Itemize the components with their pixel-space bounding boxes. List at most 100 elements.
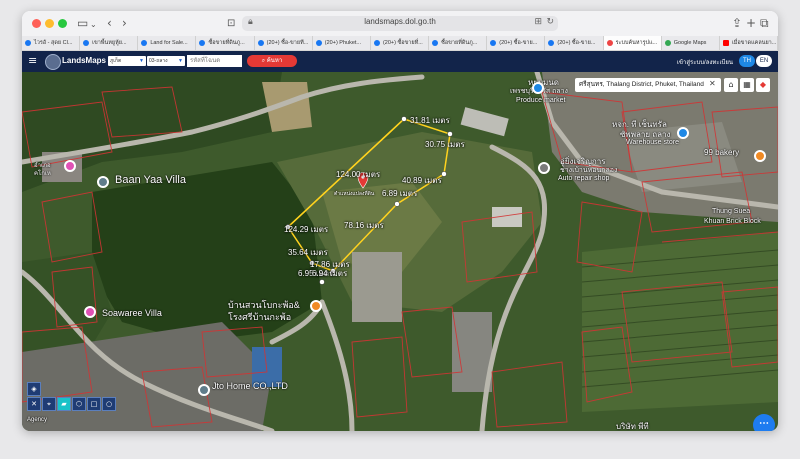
chevron-down-icon[interactable]: ⌄: [90, 18, 97, 32]
produce-market-icon[interactable]: [532, 82, 544, 94]
measurement-label-5: 6.89 เมตร: [382, 189, 418, 198]
tab-label: เขาพื้นหยูหู้ย...: [92, 40, 127, 46]
tab-label: ไวรอั - สุดย Cl...: [34, 40, 73, 46]
tab-3[interactable]: ซื้อขายที่ดินภู...: [196, 36, 255, 50]
measurement-label-1: 31.81 เมตร: [410, 116, 450, 125]
tab-6[interactable]: (20+) ซื้อขายที่...: [371, 36, 430, 50]
lang-th-button[interactable]: TH: [739, 55, 755, 67]
map-location-search[interactable]: ศรีสุนทร, Thalang District, Phuket, Thai…: [575, 78, 721, 92]
parcel-position-label: ตำแหน่งแปลงที่ดิน: [334, 191, 375, 197]
back-icon[interactable]: ‹: [107, 16, 112, 30]
tab-1[interactable]: เขาพื้นหยูหู้ย...: [80, 36, 139, 50]
tab-label: ระบบค้นหารูปแ...: [615, 40, 658, 46]
chevron-down-icon: ▼: [178, 58, 183, 64]
url-text: landsmaps.dol.go.th: [364, 17, 436, 26]
facebook-icon: [257, 40, 264, 46]
ruler-icon[interactable]: ▰: [57, 397, 71, 411]
facebook-icon: [199, 40, 206, 46]
chevron-down-icon: ▼: [139, 58, 144, 64]
facebook-icon: [315, 40, 322, 46]
tab-5[interactable]: (20+) Phuket...: [313, 36, 371, 50]
small-left-icon[interactable]: [64, 160, 76, 172]
baan-yaa-villa-label: Baan Yaa Villa: [115, 174, 186, 186]
agency-label: Agency: [27, 417, 48, 423]
layers-icon[interactable]: ◆: [756, 78, 770, 92]
facebook-icon: [548, 40, 555, 46]
auto-repair-icon[interactable]: [538, 162, 550, 174]
district-value: 03-ถลาง: [149, 58, 168, 64]
reload-icon[interactable]: ↻: [546, 17, 554, 27]
drawing-toolbar: ✕ ⌖ ▰ ⬡ □ ○: [27, 397, 117, 411]
province-value: ภูเก็ต: [110, 58, 122, 64]
search-button[interactable]: ⌕ ค้นหา: [247, 55, 297, 67]
app-title: LandsMaps: [62, 56, 107, 65]
tab-label: Google Maps: [673, 40, 707, 46]
tab-4[interactable]: (20+) ซื้อ-ขายที...: [255, 36, 313, 50]
rectangle-icon[interactable]: □: [87, 397, 101, 411]
tab-2[interactable]: Land for Sale...: [138, 36, 197, 50]
soawaree-villa-icon[interactable]: [84, 306, 96, 318]
tab-bar: ไวรอั - สุดย Cl... เขาพื้นหยูหู้ย... Lan…: [22, 36, 778, 51]
address-bar[interactable]: 🔒︎ landsmaps.dol.go.th ⊞ ↻: [242, 16, 558, 31]
browser-titlebar: ▭ ⌄ ‹ › ⊡ 🔒︎ landsmaps.dol.go.th ⊞ ↻ ⇪ +…: [22, 11, 778, 37]
tab-label: ซื้อขายที่ดินภู...: [208, 40, 245, 46]
measurement-label-4: 40.89 เมตร: [402, 176, 442, 185]
circle-icon[interactable]: ○: [102, 397, 116, 411]
warehouse-label-en: Warehouse store: [626, 139, 680, 146]
translate-icon[interactable]: ⊞: [534, 17, 542, 27]
privacy-report-icon[interactable]: ⊡: [227, 17, 235, 31]
brick-label-2: Khuan Brick Block: [704, 218, 761, 225]
grid-icon[interactable]: ▦: [740, 78, 754, 92]
forward-icon[interactable]: ›: [122, 16, 127, 30]
measure-icon[interactable]: ✕: [27, 397, 41, 411]
tab-10-active[interactable]: ระบบค้นหารูปแ...: [603, 36, 662, 50]
measurement-label-7: 124.29 เมตร: [284, 225, 329, 234]
tab-label: (20+) ซื้อขายที่...: [382, 40, 423, 46]
zoom-window-button[interactable]: [58, 19, 67, 28]
warehouse-icon[interactable]: [677, 127, 689, 139]
sidebar-icon[interactable]: ▭: [77, 16, 88, 30]
new-tab-icon[interactable]: +: [746, 16, 756, 30]
kindergarten-icon[interactable]: [310, 300, 322, 312]
parcel-search-input[interactable]: [187, 55, 242, 67]
close-icon[interactable]: ✕: [709, 79, 716, 88]
satellite-map[interactable]: หยบมนด เพรชบุรีกาวัส ถลาง Produce market…: [22, 72, 778, 431]
tab-12[interactable]: เมื่อขาดแคลนยา...: [720, 36, 778, 50]
baan-yaa-villa-icon[interactable]: [97, 176, 109, 188]
tab-0[interactable]: ไวรอั - สุดย Cl...: [22, 36, 81, 50]
province-select[interactable]: ภูเก็ต ▼: [108, 56, 146, 66]
jto-home-label: Jto Home CO.,LTD: [212, 381, 288, 391]
tab-label: เมื่อขาดแคลนยา...: [731, 40, 777, 46]
facebook-icon: [25, 40, 31, 46]
lang-en-button[interactable]: EN: [756, 55, 772, 67]
hamburger-menu-icon[interactable]: ≡: [28, 54, 37, 67]
polygon-icon[interactable]: ⬡: [72, 397, 86, 411]
facebook-icon: [141, 40, 148, 46]
app-header: ≡ LandsMaps ภูเก็ต ▼ 03-ถลาง ▼ ⌕ ค้นหา เ…: [22, 51, 778, 72]
tab-label: (20+) ซื้อ-ขาย...: [499, 40, 538, 46]
tab-9[interactable]: (20+) ซื้อ-ขาย...: [545, 36, 604, 50]
dol-logo: [45, 54, 61, 70]
tab-7[interactable]: ซื้อขายที่ดินภู...: [429, 36, 488, 50]
minimize-window-button[interactable]: [45, 19, 54, 28]
jto-home-icon[interactable]: [198, 384, 210, 396]
home-icon[interactable]: ⌂: [724, 78, 738, 92]
layer-toggle-icon[interactable]: ◈: [27, 382, 41, 396]
login-link[interactable]: เข้าสู่ระบบ/ลงทะเบียน: [677, 57, 733, 67]
measurement-label-2: 30.75 เมตร: [425, 140, 465, 149]
tab-label: (20+) ซื้อ-ขายที...: [266, 40, 309, 46]
share-icon[interactable]: ⇪: [732, 16, 742, 30]
close-window-button[interactable]: [32, 19, 41, 28]
facebook-icon: [373, 40, 380, 46]
measurement-label-3: 124.00 เมตร: [336, 170, 381, 179]
tab-8[interactable]: (20+) ซื้อ-ขาย...: [487, 36, 546, 50]
tab-overview-icon[interactable]: ⧉: [760, 16, 769, 30]
facebook-icon: [83, 40, 90, 46]
location-icon[interactable]: ⌖: [42, 397, 56, 411]
tab-label: (20+) ซื้อ-ขาย...: [557, 40, 596, 46]
more-options-button[interactable]: ⋯: [753, 414, 775, 431]
bakery-icon[interactable]: [754, 150, 766, 162]
soawaree-villa-label: Soawaree Villa: [102, 308, 162, 318]
tab-11[interactable]: Google Maps: [662, 36, 720, 50]
district-select[interactable]: 03-ถลาง ▼: [147, 56, 185, 66]
